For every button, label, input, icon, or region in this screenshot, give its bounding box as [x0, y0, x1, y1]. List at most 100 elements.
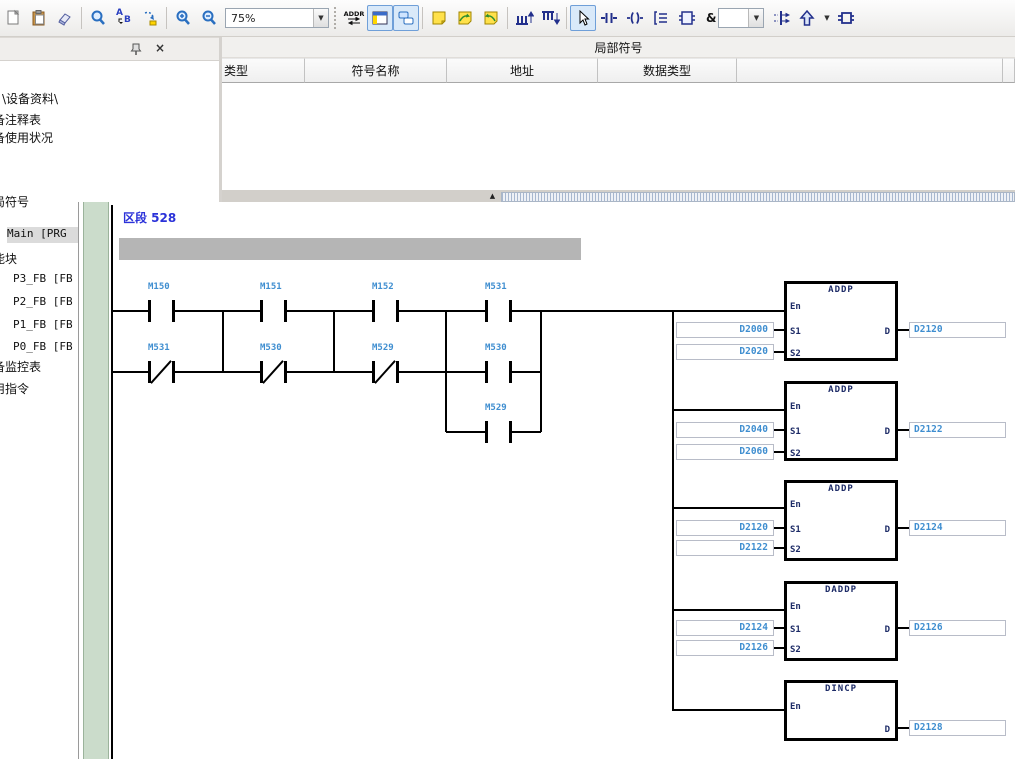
column-header[interactable] — [737, 58, 1003, 83]
operand-output[interactable]: D2124 — [909, 520, 1006, 536]
insert-network-above-button[interactable] — [511, 5, 537, 31]
symbol-table-toggle[interactable] — [367, 5, 393, 31]
coil-tool-button[interactable] — [622, 5, 648, 31]
operand-input[interactable]: D2000 — [676, 322, 774, 338]
pin-label-en: En — [790, 702, 801, 712]
horizontal-splitter[interactable]: ▲ — [222, 190, 1015, 202]
network-block-tool-button[interactable] — [833, 5, 859, 31]
operand-stub — [774, 527, 784, 529]
instruction-combo-arrow[interactable]: ▼ — [748, 9, 763, 27]
operand-output[interactable]: D2126 — [909, 620, 1006, 636]
function-block[interactable]: ADDPEnS1S2D — [784, 480, 898, 561]
function-block[interactable]: ADDPEnS1S2D — [784, 381, 898, 461]
no-contact[interactable] — [485, 360, 512, 384]
operand-input[interactable]: D2124 — [676, 620, 774, 636]
nc-slash — [374, 360, 396, 384]
coil-icon — [626, 9, 644, 27]
pin-label-d: D — [885, 725, 890, 735]
zoom-combo-arrow[interactable]: ▼ — [313, 9, 328, 27]
no-contact[interactable] — [485, 299, 512, 323]
tree-item[interactable]: 备使用状况 — [0, 129, 130, 145]
no-contact[interactable] — [485, 420, 512, 444]
wire — [673, 409, 784, 411]
function-block-import-button[interactable] — [674, 5, 700, 31]
tree-item-label: P1_FB [FB — [13, 318, 73, 331]
column-header[interactable]: 符号名称 — [305, 58, 447, 83]
contact-tool-button[interactable] — [596, 5, 622, 31]
instruction-combo[interactable]: ▼ — [718, 8, 764, 28]
zoom-level-combo[interactable]: 75% ▼ — [225, 8, 329, 28]
window-icon — [371, 9, 389, 27]
operand-stub — [774, 429, 784, 431]
operand-input[interactable]: D2122 — [676, 540, 774, 556]
contact-bar — [148, 300, 151, 322]
nc-contact[interactable] — [372, 360, 399, 384]
nc-contact[interactable] — [260, 360, 287, 384]
tree-item-label: 备监控表 — [0, 358, 41, 374]
network-margin[interactable] — [83, 202, 109, 759]
contact-bar — [396, 361, 399, 383]
instruction-icon — [652, 9, 670, 27]
column-header[interactable]: 地址 — [447, 58, 598, 83]
operand-stub — [774, 627, 784, 629]
local-symbol-table: 局部符号 类型符号名称地址数据类型 — [222, 37, 1015, 190]
no-contact[interactable] — [260, 299, 287, 323]
operand-output[interactable]: D2120 — [909, 322, 1006, 338]
device-label: M152 — [372, 282, 394, 292]
insert-network-below-button[interactable] — [537, 5, 563, 31]
wire — [333, 310, 335, 372]
yellow-arrow-out-button[interactable] — [478, 5, 504, 31]
select-tool-button[interactable] — [570, 5, 596, 31]
tree-item[interactable]: \设备资料\ — [2, 90, 132, 106]
operand-stub — [774, 351, 784, 353]
tree-item-label: 备注释表 — [0, 111, 41, 127]
column-header[interactable] — [1003, 58, 1015, 83]
tree-item-label: \设备资料\ — [2, 92, 58, 106]
network-comment-bar[interactable] — [119, 238, 581, 260]
pin-label-en: En — [790, 602, 801, 612]
contact-bar — [284, 361, 287, 383]
column-header[interactable]: 数据类型 — [598, 58, 737, 83]
operand-output[interactable]: D2128 — [909, 720, 1006, 736]
yellow-page-button[interactable] — [426, 5, 452, 31]
pin-label-en: En — [790, 302, 801, 312]
tree-item[interactable]: Main [PRG — [7, 227, 81, 243]
operand-input[interactable]: D2020 — [676, 344, 774, 360]
line-tool-dropdown[interactable]: ▼ — [820, 8, 833, 28]
operand-input[interactable]: D2040 — [676, 422, 774, 438]
function-block[interactable]: ADDPEnS1S2D — [784, 281, 898, 361]
pin-label-s1: S1 — [790, 427, 801, 437]
operand-output[interactable]: D2122 — [909, 422, 1006, 438]
compare-tool-button[interactable] — [768, 5, 794, 31]
symbol-table-title: 局部符号 — [222, 37, 1015, 58]
yellow-note-icon — [430, 9, 448, 27]
instruction-tool-button[interactable] — [648, 5, 674, 31]
output-stub — [898, 727, 909, 729]
vertical-line-tool-button[interactable] — [794, 5, 820, 31]
device-label: M531 — [485, 282, 507, 292]
no-contact[interactable] — [148, 299, 175, 323]
column-header[interactable]: 类型 — [222, 58, 305, 83]
operand-input[interactable]: D2060 — [676, 444, 774, 460]
splitter-handle[interactable] — [501, 192, 1015, 202]
contact-bar — [172, 361, 175, 383]
tree-item[interactable]: 备注释表 — [0, 111, 130, 127]
no-contact[interactable] — [372, 299, 399, 323]
tree-item-label: P3_FB [FB — [13, 272, 73, 285]
tree-item-label: 能块 — [0, 250, 17, 266]
show-address-toggle[interactable]: ADDR — [341, 5, 367, 31]
compare-icon — [772, 9, 790, 27]
operand-input[interactable]: D2126 — [676, 640, 774, 656]
collapse-button[interactable]: ▲ — [486, 191, 499, 201]
operand-input[interactable]: D2120 — [676, 520, 774, 536]
tree-item-label: 备使用状况 — [0, 129, 53, 145]
nc-contact[interactable] — [148, 360, 175, 384]
comment-toggle[interactable] — [393, 5, 419, 31]
wire — [673, 507, 784, 509]
function-block[interactable]: DINCPEnD — [784, 680, 898, 741]
function-block[interactable]: DADDPEnS1S2D — [784, 581, 898, 661]
contact-bar — [372, 361, 375, 383]
contact-icon — [600, 9, 618, 27]
instruction-amp-label: & — [706, 11, 716, 25]
yellow-arrow-in-button[interactable] — [452, 5, 478, 31]
